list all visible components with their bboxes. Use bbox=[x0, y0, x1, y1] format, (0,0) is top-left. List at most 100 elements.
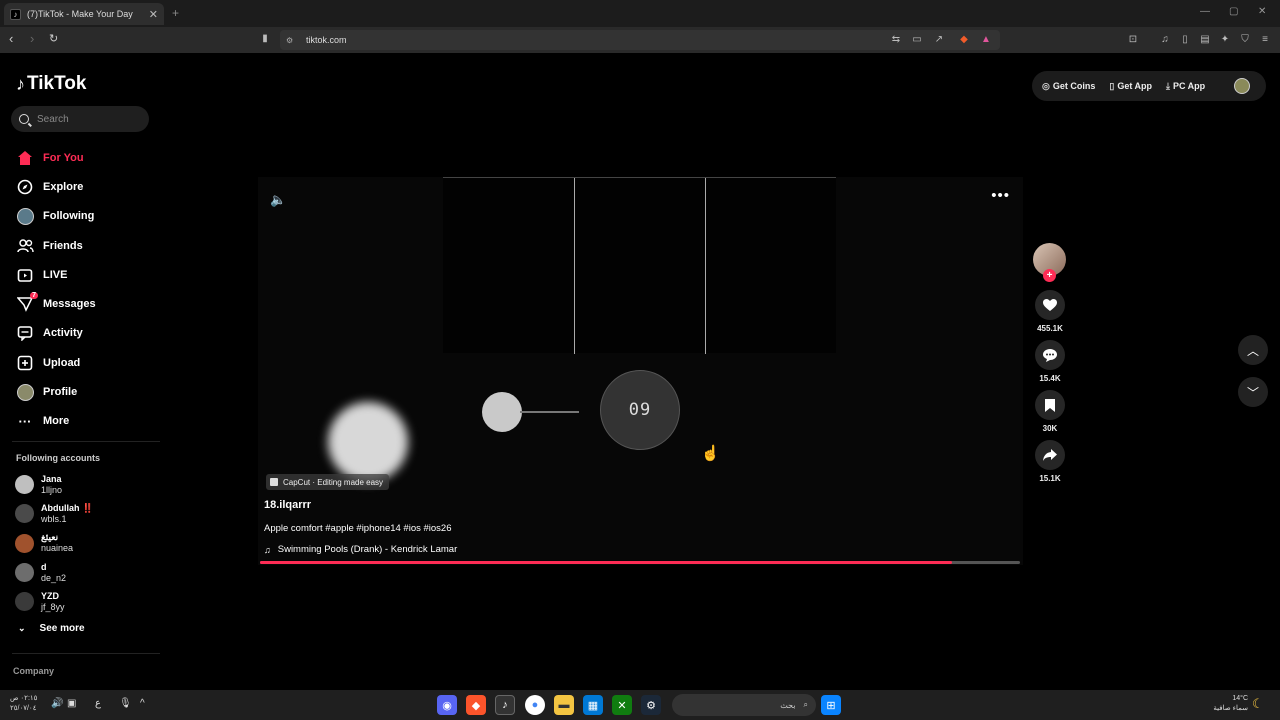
minimize-button[interactable]: — bbox=[1200, 6, 1210, 17]
bookmark-icon[interactable]: ▮ bbox=[259, 33, 271, 45]
taskbar-search[interactable]: بحث ⌕ bbox=[672, 694, 816, 716]
account-id: wbls.1 bbox=[41, 513, 67, 524]
more-options-icon[interactable]: ••• bbox=[991, 187, 1010, 204]
account-item[interactable]: Jana 1lljno bbox=[15, 470, 155, 499]
language-indicator[interactable]: ع bbox=[95, 698, 101, 709]
user-avatar[interactable] bbox=[1234, 78, 1250, 94]
account-item[interactable]: YZD jf_8yy bbox=[15, 587, 155, 616]
previous-video-button[interactable]: ︿ bbox=[1238, 335, 1268, 365]
upload-icon bbox=[16, 354, 34, 372]
creator-avatar[interactable]: + bbox=[1033, 243, 1066, 282]
tiktok-logo[interactable]: ♪ TikTok bbox=[16, 73, 86, 95]
sidebar-item-explore[interactable]: Explore bbox=[16, 172, 156, 201]
volume-icon[interactable]: 🔈 bbox=[270, 192, 286, 208]
chevron-up-icon: ︿ bbox=[1246, 343, 1259, 358]
account-id: nuainea bbox=[41, 543, 74, 554]
tab-close-icon[interactable]: ✕ bbox=[149, 8, 158, 21]
see-more-button[interactable]: ⌄ See more bbox=[18, 623, 85, 634]
back-icon[interactable]: ‹ bbox=[9, 31, 13, 46]
browser-tab-bar: ♪ (7)TikTok - Make Your Day ✕ + — ▢ ✕ bbox=[0, 0, 1280, 27]
company-link[interactable]: Company bbox=[13, 666, 54, 676]
tiktok-page: ♪ TikTok Search For You Explore Followin… bbox=[0, 53, 1280, 690]
video-progress-bar[interactable] bbox=[260, 561, 1020, 564]
browser-tab-tiktok[interactable]: ♪ (7)TikTok - Make Your Day ✕ bbox=[4, 3, 164, 25]
sidebar-nav: For You Explore Following Friends LIVE 7… bbox=[16, 143, 156, 436]
get-app-label: Get App bbox=[1117, 81, 1152, 91]
phone-icon: ▯ bbox=[1109, 80, 1115, 91]
sidebar-item-upload[interactable]: Upload bbox=[16, 348, 156, 377]
media-icon[interactable]: ♫ bbox=[1159, 34, 1171, 46]
translate-icon[interactable]: ⇆ bbox=[890, 34, 902, 46]
follow-plus-icon[interactable]: + bbox=[1043, 269, 1056, 282]
compass-icon bbox=[16, 178, 34, 196]
account-item[interactable]: نعيئغ nuainea bbox=[15, 529, 155, 558]
pc-app-button[interactable]: ⤓ PC App bbox=[1166, 81, 1205, 92]
brave-app-icon[interactable]: ◆ bbox=[466, 695, 486, 715]
vpn-icon[interactable]: ⛉ bbox=[1239, 34, 1251, 46]
windows-start-icon[interactable]: ⊞ bbox=[821, 695, 841, 715]
next-video-button[interactable]: ﹀ bbox=[1238, 377, 1268, 407]
video-author[interactable]: 18.ilqarrr bbox=[264, 499, 311, 511]
reload-icon[interactable]: ↻ bbox=[49, 32, 58, 45]
get-coins-button[interactable]: ◎ Get Coins bbox=[1042, 81, 1095, 92]
like-action[interactable]: 455.1K bbox=[1033, 290, 1067, 333]
os-taskbar: ٠٢:١٥ ص ٢٥/٠٧/٠٤ 🔊 ▣ ع 🎙 ^ ◉ ◆ ♪ ● ▬ ▦ ✕… bbox=[0, 690, 1280, 720]
menu-icon[interactable]: ≡ bbox=[1259, 34, 1271, 46]
close-window-button[interactable]: ✕ bbox=[1258, 6, 1266, 17]
microphone-tray-icon[interactable]: 🎙 bbox=[119, 698, 132, 709]
see-more-label: See more bbox=[39, 623, 85, 634]
sidebar-toggle-icon[interactable]: ▯ bbox=[1179, 34, 1191, 46]
store-app-icon[interactable]: ▦ bbox=[583, 695, 603, 715]
share-action[interactable]: 15.1K bbox=[1033, 440, 1067, 483]
sidebar-item-friends[interactable]: Friends bbox=[16, 231, 156, 260]
get-app-button[interactable]: ▯ Get App bbox=[1109, 81, 1152, 92]
brave-rewards-icon[interactable]: ▲ bbox=[980, 34, 992, 46]
capcut-tag[interactable]: CapCut · Editing made easy bbox=[266, 474, 390, 490]
header-actions: ◎ Get Coins ▯ Get App ⤓ PC App bbox=[1032, 71, 1266, 101]
forward-icon[interactable]: › bbox=[30, 31, 34, 46]
clock[interactable]: ٠٢:١٥ ص ٢٥/٠٧/٠٤ bbox=[10, 694, 37, 714]
maximize-button[interactable]: ▢ bbox=[1229, 6, 1238, 17]
clock-date: ٢٥/٠٧/٠٤ bbox=[10, 705, 37, 712]
cast-icon[interactable]: ▭ bbox=[911, 34, 923, 46]
leo-ai-icon[interactable]: ✦ bbox=[1219, 34, 1231, 46]
file-explorer-app-icon[interactable]: ▬ bbox=[554, 695, 574, 715]
account-name: نعيئغ bbox=[41, 532, 59, 543]
weather-widget[interactable]: 14°C سماء صافية bbox=[1206, 694, 1248, 714]
chrome-app-icon[interactable]: ● bbox=[525, 695, 545, 715]
steam-app-icon[interactable]: ⚙ bbox=[641, 695, 661, 715]
sidebar-item-for-you[interactable]: For You bbox=[16, 143, 156, 172]
sidebar-item-more[interactable]: ··· More bbox=[16, 407, 156, 436]
sidebar-item-activity[interactable]: Activity bbox=[16, 319, 156, 348]
sidebar-item-live[interactable]: LIVE bbox=[16, 260, 156, 289]
capcut-label: CapCut · Editing made easy bbox=[283, 477, 384, 487]
xbox-app-icon[interactable]: ✕ bbox=[612, 695, 632, 715]
sidebar-divider bbox=[12, 653, 160, 654]
new-tab-button[interactable]: + bbox=[172, 6, 179, 20]
comment-action[interactable]: 15.4K bbox=[1033, 340, 1067, 383]
account-id: 1lljno bbox=[41, 484, 63, 495]
brave-shields-icon[interactable]: ◆ bbox=[958, 34, 970, 46]
sidebar-item-profile[interactable]: Profile bbox=[16, 377, 156, 406]
account-item[interactable]: Abdullah ‼️ wbls.1 bbox=[15, 499, 155, 528]
video-music[interactable]: ♫ Swimming Pools (Drank) - Kendrick Lama… bbox=[264, 544, 457, 555]
search-input[interactable]: Search bbox=[11, 106, 149, 132]
share-icon[interactable]: ↗ bbox=[933, 34, 945, 46]
action-rail: + 455.1K 15.4K 30K 15.1K bbox=[1033, 243, 1067, 490]
discord-app-icon[interactable]: ◉ bbox=[437, 695, 457, 715]
search-icon: ⌕ bbox=[803, 700, 808, 709]
screenshot-icon[interactable]: ⊡ bbox=[1127, 34, 1139, 46]
sidebar-divider bbox=[12, 441, 160, 442]
network-tray-icon[interactable]: ▣ bbox=[67, 698, 76, 709]
sidebar-item-following[interactable]: Following bbox=[16, 202, 156, 231]
video-player[interactable]: 09 🔈 ••• ☝ CapCut · Editing made easy 18… bbox=[258, 177, 1023, 565]
account-item[interactable]: d de_n2 bbox=[15, 558, 155, 587]
volume-tray-icon[interactable]: 🔊 bbox=[51, 698, 63, 709]
site-info-icon[interactable]: ⚙ bbox=[286, 36, 293, 45]
sidebar-item-messages[interactable]: 7 Messages bbox=[16, 289, 156, 318]
wallet-icon[interactable]: ▤ bbox=[1199, 34, 1211, 46]
tray-overflow-icon[interactable]: ^ bbox=[140, 698, 145, 709]
more-icon: ··· bbox=[18, 413, 32, 429]
save-action[interactable]: 30K bbox=[1033, 390, 1067, 433]
tiktok-app-icon[interactable]: ♪ bbox=[495, 695, 515, 715]
